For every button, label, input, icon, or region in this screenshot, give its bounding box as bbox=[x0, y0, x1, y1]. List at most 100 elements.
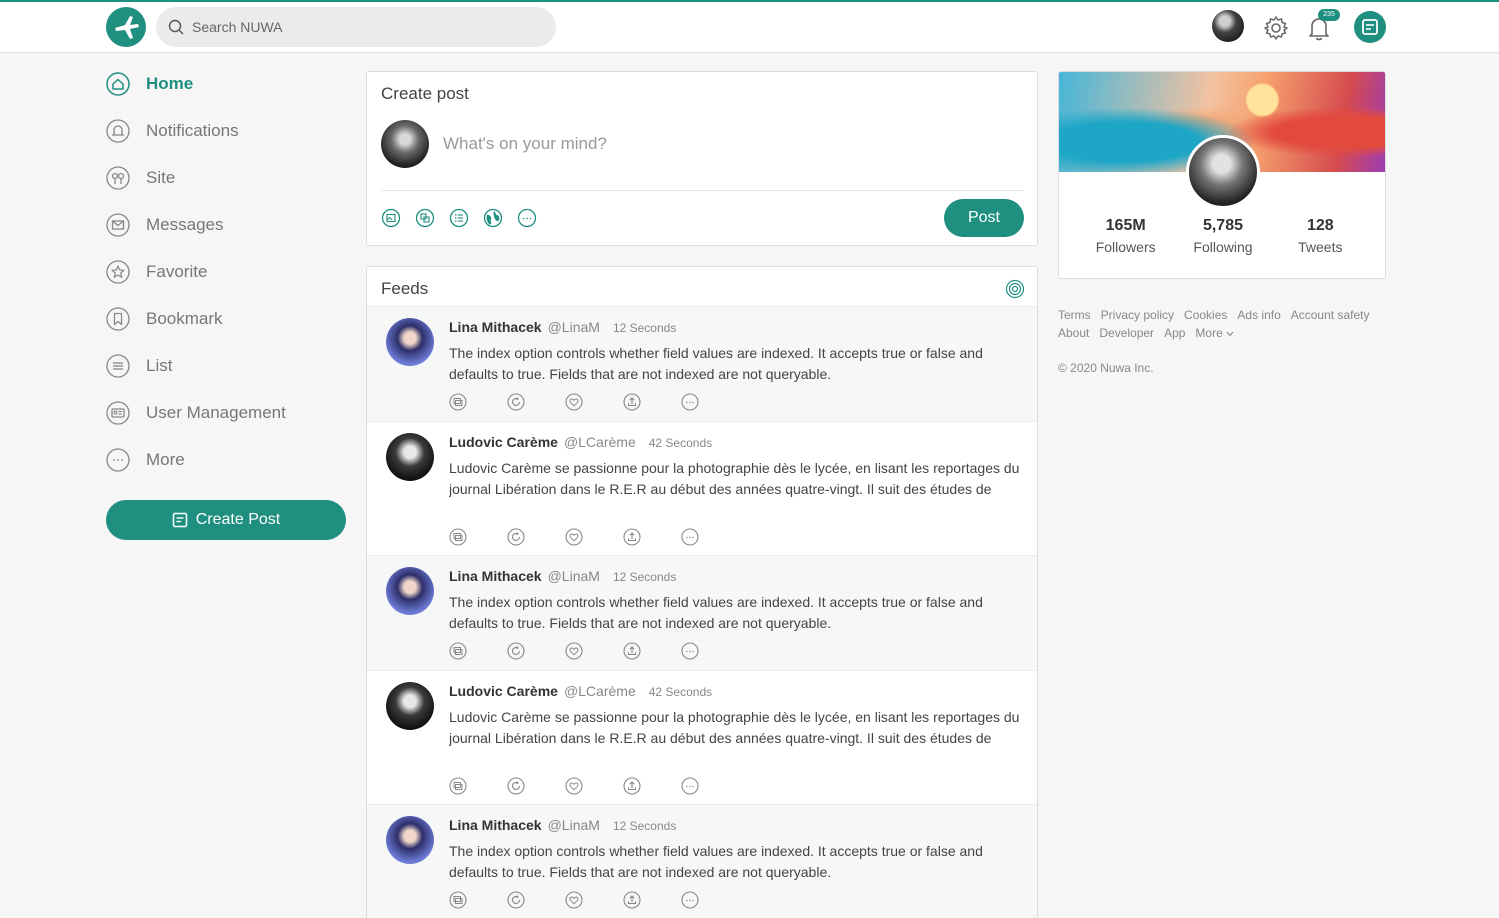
share-button[interactable] bbox=[623, 393, 641, 411]
share-button[interactable] bbox=[623, 528, 641, 546]
stat-value: 5,785 bbox=[1202, 217, 1243, 234]
more-button[interactable] bbox=[681, 528, 699, 546]
gear-icon[interactable] bbox=[1262, 14, 1290, 42]
share-button[interactable] bbox=[623, 642, 641, 660]
stat-tweets[interactable]: 128 Tweets bbox=[1275, 217, 1365, 255]
footer-link-app[interactable]: App bbox=[1164, 324, 1185, 342]
star-icon bbox=[106, 259, 130, 284]
like-button[interactable] bbox=[565, 393, 583, 411]
sidebar-item-bookmark[interactable]: Bookmark bbox=[106, 295, 346, 342]
post-input[interactable] bbox=[443, 130, 1003, 158]
footer-link-developer[interactable]: Developer bbox=[1099, 324, 1154, 342]
author-handle[interactable]: @LCarème bbox=[564, 683, 636, 699]
stat-label: Following bbox=[1193, 239, 1253, 255]
retweet-button[interactable] bbox=[507, 642, 525, 660]
author-handle[interactable]: @LCarème bbox=[564, 434, 636, 450]
author-name[interactable]: Lina Mithacek bbox=[449, 568, 542, 584]
avatar[interactable] bbox=[386, 682, 434, 730]
avatar[interactable] bbox=[386, 567, 434, 615]
author-handle[interactable]: @LinaM bbox=[548, 817, 600, 833]
create-post-label: Create Post bbox=[195, 511, 281, 528]
more-options-button[interactable] bbox=[517, 208, 537, 228]
like-button[interactable] bbox=[565, 891, 583, 909]
feed-item[interactable]: Lina Mithacek @LinaM 12 Seconds The inde… bbox=[367, 804, 1037, 918]
stat-followers[interactable]: 165M Followers bbox=[1081, 217, 1171, 255]
bell-icon bbox=[106, 118, 130, 143]
plane-logo-icon bbox=[115, 16, 139, 39]
author-name[interactable]: Lina Mithacek bbox=[449, 319, 542, 335]
author-name[interactable]: Ludovic Carème bbox=[449, 434, 558, 450]
like-button[interactable] bbox=[565, 642, 583, 660]
comment-button[interactable] bbox=[449, 777, 467, 795]
like-button[interactable] bbox=[565, 777, 583, 795]
create-post-title: Create post bbox=[381, 84, 469, 103]
add-gallery-button[interactable] bbox=[415, 208, 435, 228]
sidebar-item-more[interactable]: More bbox=[106, 436, 346, 483]
retweet-button[interactable] bbox=[507, 777, 525, 795]
avatar[interactable] bbox=[386, 433, 434, 481]
author-name[interactable]: Lina Mithacek bbox=[449, 817, 542, 833]
post-tools bbox=[381, 208, 537, 228]
sidebar-item-home[interactable]: Home bbox=[106, 60, 346, 107]
create-post-card: Create post Post bbox=[366, 71, 1038, 246]
comment-button[interactable] bbox=[449, 891, 467, 909]
footer-link-terms[interactable]: Terms bbox=[1058, 306, 1091, 324]
comment-button[interactable] bbox=[449, 528, 467, 546]
more-button[interactable] bbox=[681, 393, 699, 411]
retweet-button[interactable] bbox=[507, 393, 525, 411]
add-poll-button[interactable] bbox=[449, 208, 469, 228]
avatar[interactable] bbox=[386, 318, 434, 366]
create-post-button[interactable]: Create Post bbox=[106, 500, 346, 540]
feed-item[interactable]: Lina Mithacek @LinaM 12 Seconds The inde… bbox=[367, 306, 1037, 421]
sidebar-item-notifications[interactable]: Notifications bbox=[106, 107, 346, 154]
author-handle[interactable]: @LinaM bbox=[548, 568, 600, 584]
feed-item[interactable]: Ludovic Carème @LCarème 42 Seconds Ludov… bbox=[367, 421, 1037, 555]
stat-label: Followers bbox=[1095, 239, 1156, 255]
globe-icon bbox=[483, 208, 503, 228]
sidebar-item-list[interactable]: List bbox=[106, 342, 346, 389]
nuwa-logo[interactable] bbox=[106, 7, 146, 47]
target-icon[interactable] bbox=[1005, 279, 1025, 299]
author-handle[interactable]: @LinaM bbox=[548, 319, 600, 335]
comment-button[interactable] bbox=[449, 642, 467, 660]
footer-link-privacy[interactable]: Privacy policy bbox=[1101, 306, 1174, 324]
stat-following[interactable]: 5,785 Following bbox=[1178, 217, 1268, 255]
sidebar-item-messages[interactable]: Messages bbox=[106, 201, 346, 248]
like-button[interactable] bbox=[565, 528, 583, 546]
visibility-button[interactable] bbox=[483, 208, 503, 228]
share-button[interactable] bbox=[623, 777, 641, 795]
more-button[interactable] bbox=[681, 891, 699, 909]
post-button[interactable]: Post bbox=[944, 199, 1024, 237]
footer-link-account-safety[interactable]: Account safety bbox=[1291, 306, 1370, 324]
footer-link-about[interactable]: About bbox=[1058, 324, 1089, 342]
retweet-button[interactable] bbox=[507, 891, 525, 909]
sidebar-item-site[interactable]: Site bbox=[106, 154, 346, 201]
comment-button[interactable] bbox=[449, 393, 467, 411]
footer-link-cookies[interactable]: Cookies bbox=[1184, 306, 1227, 324]
retweet-button[interactable] bbox=[507, 528, 525, 546]
share-icon bbox=[623, 393, 641, 411]
profile-avatar[interactable] bbox=[1186, 135, 1260, 209]
post-actions bbox=[449, 891, 699, 909]
author-name[interactable]: Ludovic Carème bbox=[449, 683, 558, 699]
sidebar-item-user-management[interactable]: User Management bbox=[106, 389, 346, 436]
feed-item[interactable]: Ludovic Carème @LCarème 42 Seconds Ludov… bbox=[367, 670, 1037, 804]
compose-icon bbox=[172, 512, 187, 528]
sidebar-item-favorite[interactable]: Favorite bbox=[106, 248, 346, 295]
search-input[interactable] bbox=[192, 19, 532, 35]
feeds-title: Feeds bbox=[381, 279, 429, 298]
user-avatar[interactable] bbox=[1212, 10, 1244, 42]
compose-button[interactable] bbox=[1354, 11, 1386, 43]
more-button[interactable] bbox=[681, 642, 699, 660]
footer-link-ads-info[interactable]: Ads info bbox=[1237, 306, 1280, 324]
add-image-button[interactable] bbox=[381, 208, 401, 228]
share-button[interactable] bbox=[623, 891, 641, 909]
search-bar[interactable] bbox=[156, 7, 556, 47]
footer-link-more[interactable]: More bbox=[1195, 324, 1234, 342]
more-button[interactable] bbox=[681, 777, 699, 795]
post-time: 12 Seconds bbox=[612, 321, 677, 335]
heart-icon bbox=[565, 393, 583, 411]
footer-more-label: More bbox=[1195, 326, 1223, 340]
feed-item[interactable]: Lina Mithacek @LinaM 12 Seconds The inde… bbox=[367, 555, 1037, 670]
avatar[interactable] bbox=[386, 816, 434, 864]
